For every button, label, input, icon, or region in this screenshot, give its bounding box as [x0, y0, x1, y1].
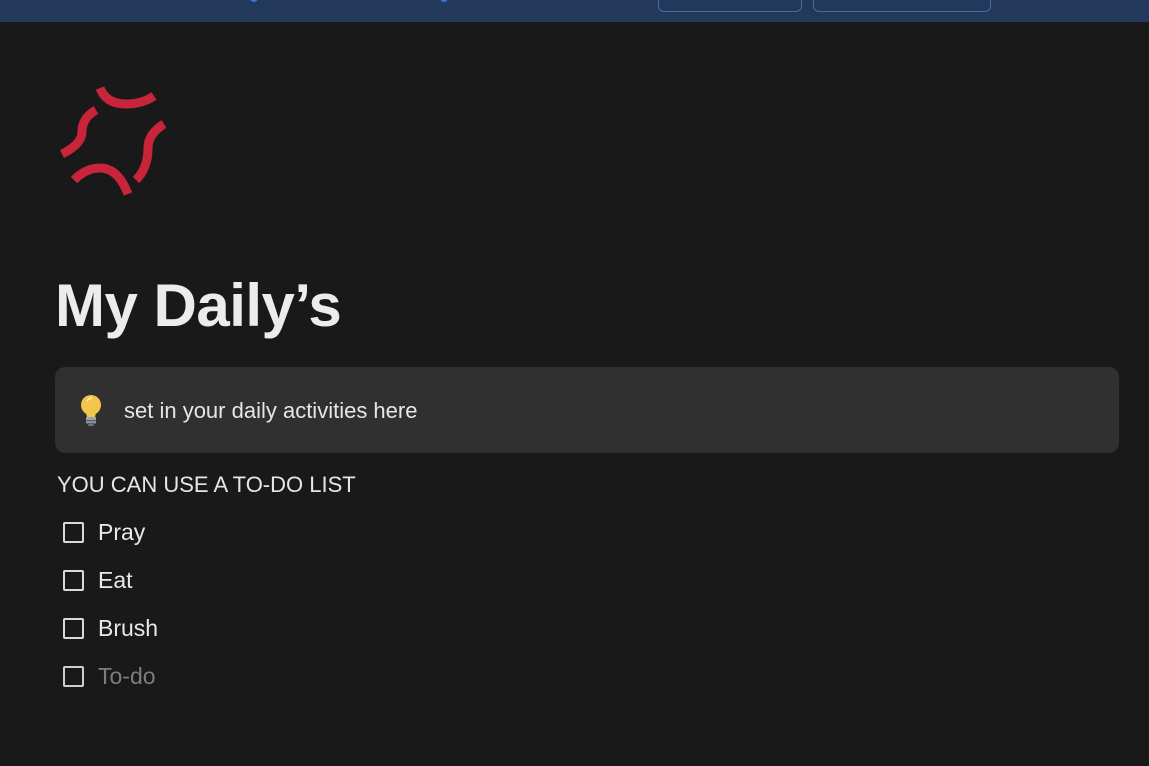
todo-item[interactable]: Brush	[63, 612, 158, 644]
page-title[interactable]: My Daily’s	[55, 270, 342, 342]
todo-item[interactable]: Eat	[63, 564, 133, 596]
todo-placeholder[interactable]: To-do	[98, 663, 156, 690]
light-bulb-icon[interactable]	[77, 393, 105, 427]
todo-label[interactable]: Brush	[98, 615, 158, 642]
topbar-fragment	[440, 0, 448, 2]
topbar-fragment	[250, 0, 258, 2]
top-bar	[0, 0, 1149, 22]
topbar-button[interactable]	[813, 0, 991, 12]
todo-label[interactable]: Pray	[98, 519, 145, 546]
anger-symbol-icon[interactable]	[56, 82, 174, 200]
todo-checkbox[interactable]	[63, 665, 84, 687]
todo-item[interactable]: Pray	[63, 516, 145, 548]
todo-label[interactable]: Eat	[98, 567, 133, 594]
todo-checkbox[interactable]	[63, 617, 84, 639]
todo-item-empty[interactable]: To-do	[63, 660, 156, 692]
callout-text[interactable]: set in your daily activities here	[124, 398, 417, 424]
todo-checkbox[interactable]	[63, 521, 84, 543]
topbar-button[interactable]	[658, 0, 802, 12]
text-block[interactable]: YOU CAN USE A TO-DO LIST	[57, 472, 356, 498]
callout-block[interactable]: set in your daily activities here	[55, 367, 1119, 453]
todo-checkbox[interactable]	[63, 569, 84, 591]
